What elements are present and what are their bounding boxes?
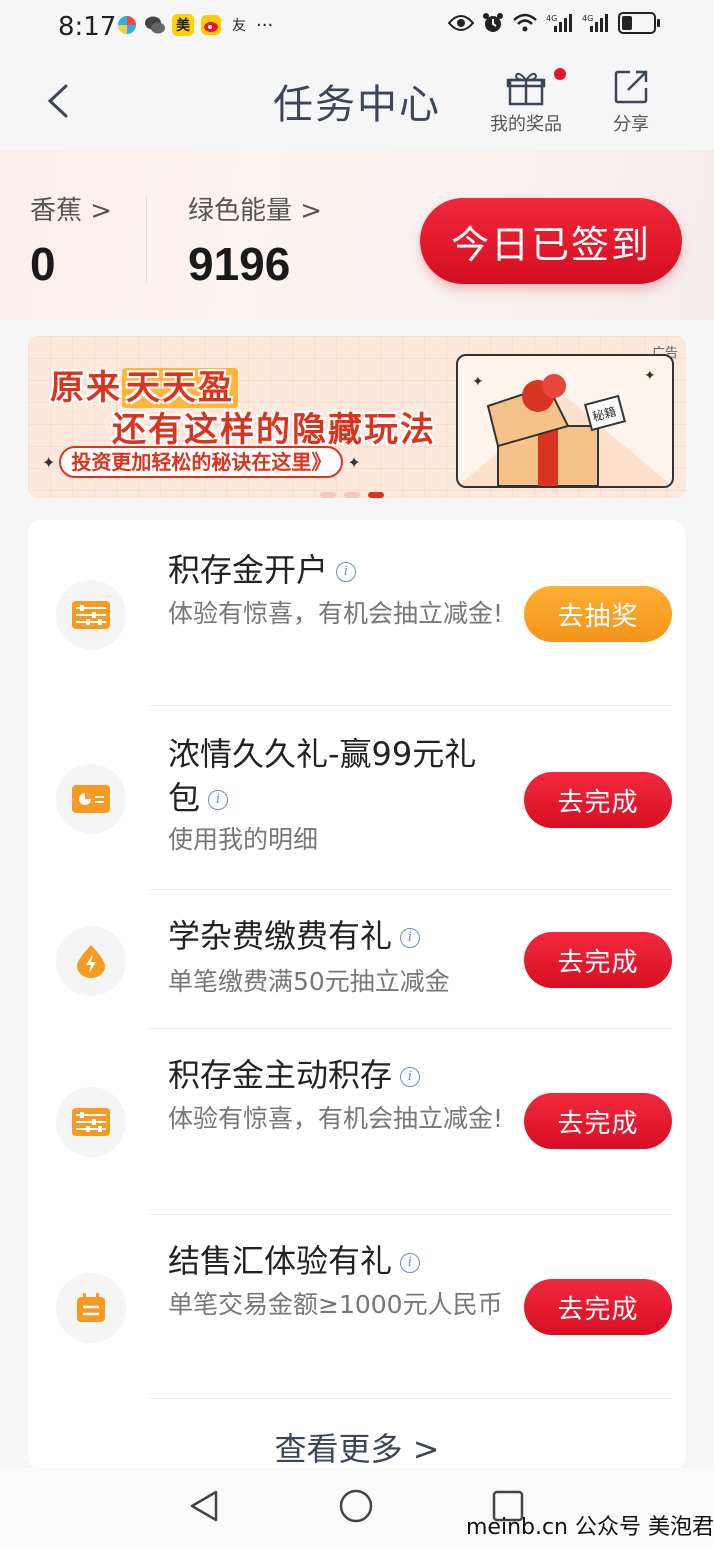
svg-text:4G: 4G bbox=[546, 14, 557, 23]
chevron-right-icon: > bbox=[90, 196, 113, 226]
divider bbox=[148, 705, 672, 706]
task-description: 使用我的明细 bbox=[168, 825, 319, 854]
task-description: 单笔缴费满50元抽立减金 bbox=[168, 967, 450, 996]
points-header: 香蕉 > 0 绿色能量 > 9196 今日已签到 bbox=[0, 150, 714, 320]
stat-divider bbox=[146, 196, 147, 282]
my-prizes-button[interactable]: 我的奖品 bbox=[490, 68, 566, 136]
calendar-icon bbox=[56, 1273, 126, 1343]
system-icons: 4G 4G bbox=[448, 12, 660, 34]
view-more-link[interactable]: 查看更多 > bbox=[28, 1424, 686, 1470]
signal-4g-icon-2: 4G bbox=[582, 14, 608, 32]
task-title: 浓情久久礼-赢99元礼包 i bbox=[168, 735, 477, 817]
lottery-button[interactable]: 去抽奖 bbox=[524, 586, 672, 642]
ad-banner[interactable]: 广告 原来天天盈 还有这样的隐藏玩法 ✦ 投资更加轻松的秘诀在这里》 ✦ 秘籍 … bbox=[28, 336, 686, 498]
info-icon[interactable]: i bbox=[336, 562, 357, 582]
alarm-icon bbox=[483, 13, 503, 32]
gift-box-illustration: 秘籍 ✦ ✦ bbox=[456, 354, 674, 488]
energy-stat[interactable]: 绿色能量 > 9196 bbox=[188, 190, 322, 291]
carousel-indicator bbox=[320, 492, 384, 498]
divider bbox=[148, 889, 672, 890]
carousel-dot bbox=[320, 492, 336, 498]
chevron-right-icon: > bbox=[300, 196, 323, 226]
abacus-icon bbox=[56, 1087, 126, 1157]
system-nav-bar: meinb.cn 公众号 美泡君 bbox=[0, 1468, 714, 1547]
task-description: 体验有惊喜，有机会抽立减金! bbox=[168, 1104, 504, 1133]
banana-label: 香蕉 bbox=[30, 196, 83, 226]
wifi-icon bbox=[513, 13, 537, 32]
svg-text:✦: ✦ bbox=[644, 368, 656, 384]
weibo-icon bbox=[200, 14, 222, 36]
card-pie-icon bbox=[56, 764, 126, 834]
abacus-icon bbox=[56, 580, 126, 650]
notification-dot bbox=[554, 68, 566, 80]
more-notifications: ··· bbox=[256, 14, 274, 36]
info-icon[interactable]: i bbox=[208, 790, 229, 810]
lightning-drop-icon bbox=[56, 926, 126, 996]
carousel-dot-active bbox=[368, 492, 384, 498]
signal-4g-icon: 4G bbox=[546, 14, 572, 32]
divider bbox=[148, 1214, 672, 1215]
my-prizes-label: 我的奖品 bbox=[490, 114, 562, 135]
battery-icon bbox=[618, 12, 660, 34]
divider bbox=[148, 1028, 672, 1029]
svg-text:4G: 4G bbox=[582, 14, 593, 23]
banana-stat[interactable]: 香蕉 > 0 bbox=[30, 190, 112, 291]
task-title: 积存金开户 i bbox=[168, 548, 508, 592]
banner-subline: ✦ 投资更加轻松的秘诀在这里》 ✦ bbox=[42, 446, 361, 478]
task-description: 体验有惊喜，有机会抽立减金! bbox=[168, 599, 504, 628]
status-time: 8:17 bbox=[58, 12, 117, 42]
notification-icons: 美 友 ··· bbox=[116, 14, 273, 36]
carousel-dot bbox=[344, 492, 360, 498]
triangle-back-icon bbox=[190, 1490, 218, 1522]
complete-button[interactable]: 去完成 bbox=[524, 1279, 672, 1335]
meituan-icon: 美 bbox=[172, 14, 194, 36]
banner-headline-2: 还有这样的隐藏玩法 bbox=[112, 410, 436, 450]
circle-home-icon bbox=[339, 1489, 373, 1523]
gift-icon bbox=[506, 72, 546, 106]
share-icon bbox=[614, 70, 648, 104]
nav-bar: 任务中心 我的奖品 分享 bbox=[0, 56, 714, 148]
energy-label: 绿色能量 bbox=[188, 196, 293, 226]
sparkle-icon: ✦ bbox=[42, 452, 56, 472]
alipay-icon: 友 bbox=[232, 18, 246, 34]
eye-icon bbox=[448, 15, 474, 31]
svg-text:✦: ✦ bbox=[472, 374, 484, 390]
system-back-button[interactable] bbox=[186, 1488, 222, 1528]
info-icon[interactable]: i bbox=[400, 1067, 421, 1087]
task-description: 单笔交易金额≥1000元人民币 bbox=[168, 1290, 503, 1319]
task-title: 学杂费缴费有礼 i bbox=[168, 914, 508, 958]
task-title: 积存金主动积存 i bbox=[168, 1053, 508, 1097]
status-bar: 8:17 美 友 ··· 4G 4G bbox=[0, 0, 714, 56]
signin-button[interactable]: 今日已签到 bbox=[420, 198, 682, 284]
task-title: 结售汇体验有礼 i bbox=[168, 1239, 508, 1283]
system-home-button[interactable] bbox=[338, 1488, 374, 1528]
complete-button[interactable]: 去完成 bbox=[524, 1093, 672, 1149]
task-list-card: 积存金开户 i 体验有惊喜，有机会抽立减金! 去抽奖 浓情久久礼-赢99元礼包 i … bbox=[28, 520, 686, 1470]
banana-value: 0 bbox=[30, 238, 56, 290]
divider bbox=[148, 1398, 672, 1399]
page-title: 任务中心 bbox=[273, 82, 441, 128]
share-label: 分享 bbox=[613, 114, 649, 135]
info-icon[interactable]: i bbox=[400, 1253, 421, 1273]
share-button[interactable]: 分享 bbox=[612, 68, 650, 136]
app-pinwheel-icon bbox=[116, 14, 138, 36]
watermark-text: meinb.cn 公众号 美泡君 bbox=[465, 1515, 714, 1540]
complete-button[interactable]: 去完成 bbox=[524, 772, 672, 828]
complete-button[interactable]: 去完成 bbox=[524, 932, 672, 988]
sparkle-icon: ✦ bbox=[347, 452, 361, 472]
info-icon[interactable]: i bbox=[400, 928, 421, 948]
chevron-right-icon: > bbox=[402, 1430, 440, 1468]
energy-value: 9196 bbox=[188, 238, 291, 290]
wechat-icon bbox=[144, 14, 166, 36]
